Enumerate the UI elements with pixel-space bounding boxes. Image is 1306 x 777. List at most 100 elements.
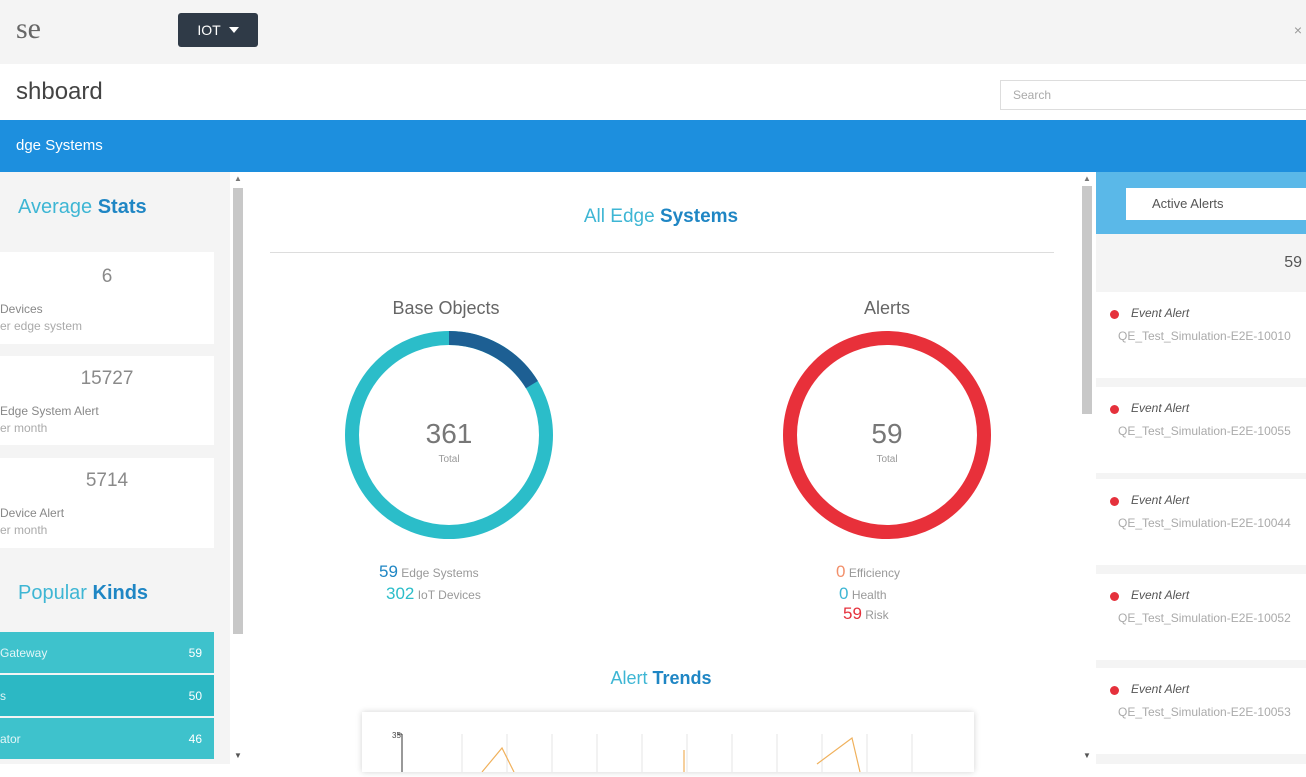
brand-logo-text: se [16, 12, 41, 45]
alert-item[interactable]: Event Alert QE_Test_Simulation-E2E-10053 [1096, 668, 1306, 754]
section-title: All Edge Systems [246, 206, 1076, 228]
alert-type: Event Alert [1131, 401, 1190, 415]
alert-item[interactable]: Event Alert QE_Test_Simulation-E2E-10010 [1096, 292, 1306, 378]
efficiency-count: 0 [836, 562, 846, 581]
page-title: shboard [16, 78, 103, 105]
trend-line-a [481, 746, 515, 773]
risk-count: 59 [843, 604, 862, 623]
average-stats-title: Average Stats [18, 196, 147, 219]
alert-item[interactable]: Event Alert QE_Test_Simulation-E2E-10044 [1096, 479, 1306, 565]
title-bar: shboard [0, 64, 1306, 120]
alert-description: QE_Test_Simulation-E2E-10010 [1118, 329, 1291, 343]
stat-label: Device Alert [0, 506, 65, 520]
legend-edge-systems: 59 Edge Systems [379, 562, 479, 582]
alert-type: Event Alert [1131, 588, 1190, 602]
alerts-panel-header: Active Alerts [1096, 172, 1306, 234]
alert-trends-svg: 35 [392, 731, 913, 773]
kind-count: 46 [188, 732, 202, 746]
stat-value: 6 [101, 266, 113, 287]
base-objects-total-label: Total [438, 454, 460, 465]
health-count: 0 [839, 584, 849, 603]
scrollbar-thumb[interactable] [1082, 186, 1092, 414]
stat-card-edge-alert: 15727 Edge System Alert er month [0, 356, 214, 445]
alerts-title: Alerts [863, 298, 910, 318]
divider [270, 252, 1054, 253]
kind-name: ator [0, 732, 21, 746]
right-scrollbar[interactable]: ▲ ▼ [1078, 172, 1096, 764]
legend-risk: 59 Risk [843, 604, 889, 624]
stat-label: Edge System Alert [0, 404, 99, 418]
nav-bar: dge Systems [0, 120, 1306, 172]
legend-iot-devices: 302 IoT Devices [386, 584, 481, 604]
stat-value: 15727 [80, 368, 134, 389]
kind-name: s [0, 689, 6, 703]
efficiency-label: Efficiency [848, 566, 900, 580]
section-title-b: Systems [659, 206, 739, 227]
alert-item[interactable]: Event Alert QE_Test_Simulation-E2E-10055 [1096, 387, 1306, 473]
scroll-down-icon[interactable]: ▼ [1083, 751, 1091, 760]
base-objects-title: Base Objects [392, 298, 500, 318]
alerts-count: 59 [1284, 254, 1302, 271]
y-axis-top-tick: 35 [392, 731, 401, 740]
main-content: All Edge Systems Base Objects 361 Total … [246, 172, 1076, 773]
kind-row[interactable]: s 50 [0, 675, 214, 716]
close-icon[interactable]: × [1294, 22, 1302, 38]
top-bar: se IOT × [0, 0, 1306, 64]
alert-type: Event Alert [1131, 682, 1190, 696]
edge-systems-label: Edge Systems [401, 566, 479, 580]
alert-trends-title-b: Trends [652, 668, 712, 688]
edge-systems-count: 59 [379, 562, 398, 581]
base-objects-total: 361 [425, 418, 473, 449]
alert-status-dot-icon [1110, 497, 1119, 506]
stat-label: Devices [0, 302, 43, 316]
alert-description: QE_Test_Simulation-E2E-10055 [1118, 424, 1291, 438]
alert-trends-title-a: Alert [610, 668, 648, 688]
kind-row[interactable]: Gateway 59 [0, 632, 214, 673]
average-stats-title-b: Stats [97, 196, 147, 218]
scrollbar-thumb[interactable] [233, 188, 243, 634]
kind-count: 59 [188, 646, 202, 660]
stat-sublabel: er edge system [0, 319, 83, 333]
alerts-filter-select[interactable]: Active Alerts [1126, 188, 1306, 220]
kind-row[interactable]: ator 46 [0, 718, 214, 759]
alert-type: Event Alert [1131, 306, 1190, 320]
iot-devices-count: 302 [386, 584, 415, 603]
popular-kinds-title-a: Popular [18, 582, 87, 604]
scroll-up-icon[interactable]: ▲ [234, 174, 242, 183]
scroll-down-icon[interactable]: ▼ [234, 751, 242, 760]
alert-status-dot-icon [1110, 310, 1119, 319]
legend-health: 0 Health [839, 584, 887, 604]
left-scrollbar[interactable]: ▲ ▼ [230, 172, 246, 764]
nav-edge-systems[interactable]: dge Systems [16, 137, 103, 154]
alerts-total-label: Total [876, 454, 898, 465]
caret-down-icon [228, 27, 239, 33]
stat-card-device-alert: 5714 Device Alert er month [0, 458, 214, 548]
alert-description: QE_Test_Simulation-E2E-10052 [1118, 611, 1291, 625]
kind-count: 50 [188, 689, 202, 703]
alert-item[interactable]: Event Alert QE_Test_Simulation-E2E-10052 [1096, 574, 1306, 660]
health-label: Health [851, 588, 887, 602]
stat-sublabel: er month [0, 523, 48, 537]
section-title-a: All Edge [583, 206, 655, 227]
popular-kinds-title-b: Kinds [92, 582, 149, 604]
alerts-panel: Active Alerts 59 Event Alert QE_Test_Sim… [1096, 172, 1306, 764]
alert-description: QE_Test_Simulation-E2E-10044 [1118, 516, 1291, 530]
alert-status-dot-icon [1110, 405, 1119, 414]
scroll-up-icon[interactable]: ▲ [1083, 174, 1091, 183]
legend-efficiency: 0 Efficiency [836, 562, 900, 582]
left-panel: Average Stats 6 Devices er edge system 1… [0, 172, 230, 764]
risk-label: Risk [865, 608, 889, 622]
alert-trends-title: Alert Trends [246, 668, 1076, 689]
stat-card-devices: 6 Devices er edge system [0, 252, 214, 344]
iot-devices-label: IoT Devices [417, 588, 481, 602]
alert-type: Event Alert [1131, 493, 1190, 507]
alert-status-dot-icon [1110, 592, 1119, 601]
stat-sublabel: er month [0, 421, 48, 435]
grid-lines [461, 734, 913, 772]
iot-dropdown-button[interactable]: IOT [178, 13, 258, 47]
search-input[interactable] [1000, 80, 1306, 110]
alert-description: QE_Test_Simulation-E2E-10053 [1118, 705, 1291, 719]
alerts-total: 59 [871, 418, 903, 449]
popular-kinds-title: Popular Kinds [18, 582, 148, 605]
alert-trends-chart: 35 [362, 712, 974, 773]
